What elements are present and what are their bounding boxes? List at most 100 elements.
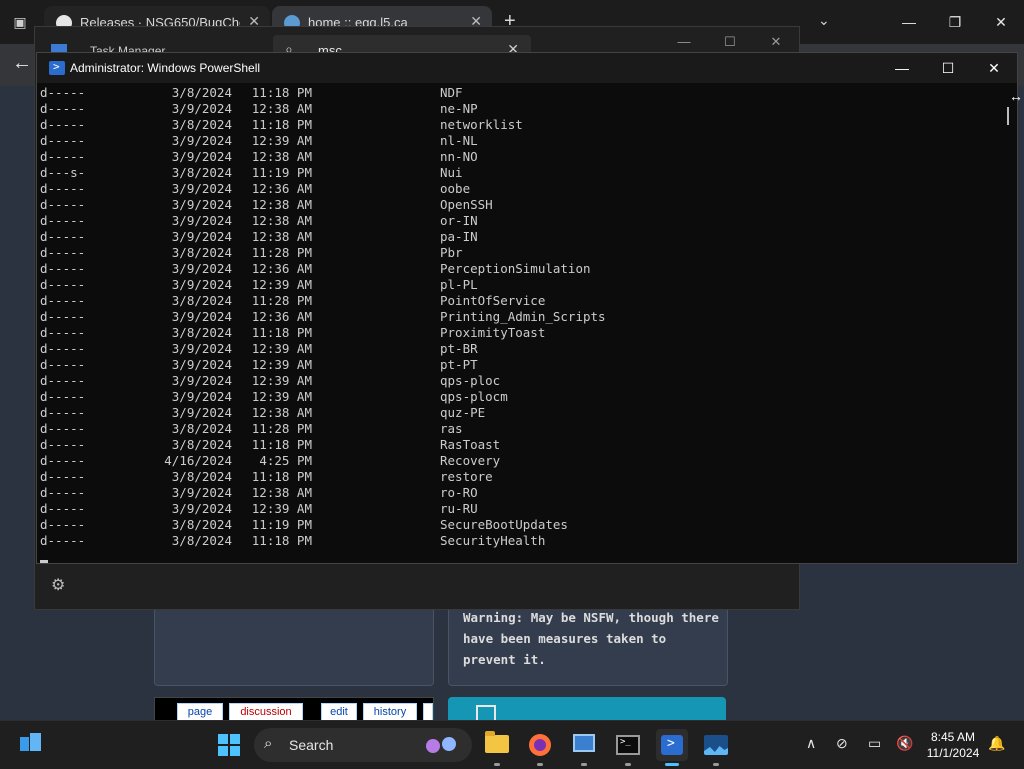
wiki-tabs: page discussion edit history [154, 697, 434, 722]
entry-time: 11:18 PM [251, 85, 312, 100]
entry-name: quz-PE [440, 405, 486, 420]
directory-listing-row: d----- 3/9/2024 12:38 AM pa-IN [40, 229, 998, 245]
directory-listing-row: d----- 3/8/2024 11:18 PM networklist [40, 117, 998, 133]
entry-name: pl-PL [440, 277, 478, 292]
running-indicator [581, 763, 587, 766]
close-button[interactable]: ✕ [978, 0, 1024, 44]
entry-date: 3/9/2024 [171, 181, 232, 196]
minimize-button[interactable]: — [886, 0, 932, 44]
entry-date: 3/9/2024 [171, 133, 232, 148]
running-indicator [537, 763, 543, 766]
entry-mode: d----- [40, 485, 86, 500]
entry-time: 12:36 AM [251, 309, 312, 324]
settings-gear-icon[interactable]: ⚙ [51, 575, 65, 595]
widgets-icon[interactable] [20, 733, 42, 755]
entry-time: 11:18 PM [251, 469, 312, 484]
entry-name: ro-RO [440, 485, 478, 500]
entry-mode: d----- [40, 117, 86, 132]
entry-mode: d----- [40, 293, 86, 308]
network-offline-icon[interactable]: ⊘ [836, 735, 848, 752]
close-button[interactable]: ✕ [971, 53, 1017, 83]
directory-listing-row: d----- 3/8/2024 11:28 PM ras [40, 421, 998, 437]
entry-name: ProximityToast [440, 325, 546, 340]
search-icon: ⌕ [264, 735, 273, 752]
taskbar-file-explorer[interactable] [481, 729, 513, 766]
minimize-button[interactable]: — [879, 53, 925, 83]
entry-name: or-IN [440, 213, 478, 228]
entry-mode: d----- [40, 261, 86, 276]
entry-mode: d----- [40, 325, 86, 340]
directory-listing-row: d----- 3/9/2024 12:38 AM nn-NO [40, 149, 998, 165]
start-windows-icon[interactable] [218, 734, 240, 756]
entry-mode: d----- [40, 149, 86, 164]
browser-window-controls: — ❐ ✕ [886, 0, 1024, 44]
taskbar-powershell[interactable] [656, 729, 688, 766]
entry-time: 12:36 AM [251, 261, 312, 276]
directory-listing-row: d----- 3/9/2024 12:39 AM ru-RU [40, 501, 998, 517]
taskbar: ⌕ Search ∧ ⊘ ▭ 🔇 8:45 AM 11/1/2024 🔔 [0, 720, 1024, 769]
entry-date: 3/8/2024 [171, 245, 232, 260]
directory-listing-row: d----- 4/16/2024 4:25 PM Recovery [40, 453, 998, 469]
powershell-console[interactable]: d----- 3/8/2024 11:18 PM NDF d----- 3/9/2024 1… [40, 85, 998, 565]
entry-time: 11:18 PM [251, 533, 312, 548]
powershell-window-controls: — ☐ ✕ [879, 53, 1017, 83]
entry-mode: d----- [40, 373, 86, 388]
entry-time: 12:39 AM [251, 277, 312, 292]
display-icon[interactable]: ▭ [868, 735, 881, 752]
entry-name: ne-NP [440, 101, 478, 116]
entry-time: 11:18 PM [251, 325, 312, 340]
tab-actions-icon[interactable]: ▣ [10, 12, 30, 32]
directory-listing-row: d----- 3/8/2024 11:19 PM SecureBootUpdates [40, 517, 998, 533]
entry-name: networklist [440, 117, 523, 132]
maximize-button[interactable]: ❐ [932, 0, 978, 44]
powershell-titlebar[interactable]: Administrator: Windows PowerShell —☐✕ [37, 53, 1017, 83]
entry-time: 11:18 PM [251, 117, 312, 132]
teal-card[interactable] [448, 697, 726, 721]
directory-listing-row: d----- 3/9/2024 12:38 AM OpenSSH [40, 197, 998, 213]
clock-time: 8:45 AM [930, 730, 976, 744]
directory-listing-row: d----- 3/8/2024 11:18 PM NDF [40, 85, 998, 101]
entry-time: 12:38 AM [251, 229, 312, 244]
entry-name: Nui [440, 165, 463, 180]
entry-name: pa-IN [440, 229, 478, 244]
directory-listing-row: d----- 3/8/2024 11:18 PM SecurityHealth [40, 533, 998, 549]
directory-listing-row: d----- 3/8/2024 11:28 PM PointOfService [40, 293, 998, 309]
taskbar-search[interactable]: ⌕ Search [254, 728, 472, 762]
powershell-icon [49, 60, 65, 75]
powershell-window: Administrator: Windows PowerShell —☐✕ d-… [36, 52, 1018, 564]
entry-date: 3/8/2024 [171, 517, 232, 532]
show-hidden-icons-chevron-icon[interactable]: ∧ [806, 735, 816, 752]
taskbar-task-manager[interactable] [700, 729, 732, 766]
entry-mode: d----- [40, 213, 86, 228]
directory-listing-row: d----- 3/9/2024 12:38 AM or-IN [40, 213, 998, 229]
powershell-icon [661, 735, 683, 755]
directory-listing-row: d---s- 3/8/2024 11:19 PM Nui [40, 165, 998, 181]
entry-time: 12:38 AM [251, 485, 312, 500]
system-clock[interactable]: 8:45 AM 11/1/2024 [922, 729, 984, 761]
entry-mode: d----- [40, 341, 86, 356]
entry-name: SecureBootUpdates [440, 517, 568, 532]
entry-date: 3/9/2024 [171, 197, 232, 212]
console-scrollbar[interactable] [999, 85, 1015, 561]
running-indicator [625, 763, 631, 766]
back-arrow-icon[interactable]: ← [12, 52, 32, 75]
tab-search-dropdown[interactable]: ⌄ [818, 12, 830, 29]
entry-name: pt-BR [440, 341, 478, 356]
entry-name: PerceptionSimulation [440, 261, 591, 276]
entry-time: 12:36 AM [251, 181, 312, 196]
taskbar-firefox[interactable] [524, 729, 556, 766]
taskbar-terminal[interactable] [612, 729, 644, 766]
entry-name: SecurityHealth [440, 533, 546, 548]
powershell-title: Administrator: Windows PowerShell [70, 61, 261, 75]
directory-listing-row: d----- 3/8/2024 11:18 PM ProximityToast [40, 325, 998, 341]
terminal-icon [616, 735, 640, 755]
notification-bell-icon[interactable]: 🔔 [988, 735, 1005, 752]
entry-date: 3/8/2024 [171, 437, 232, 452]
maximize-button[interactable]: ☐ [925, 53, 971, 83]
scrollbar-thumb[interactable] [1007, 107, 1009, 125]
volume-muted-icon[interactable]: 🔇 [896, 735, 913, 752]
entry-mode: d----- [40, 309, 86, 324]
entry-time: 11:19 PM [251, 165, 312, 180]
taskbar-remote-desktop[interactable] [568, 729, 600, 766]
entry-mode: d---s- [40, 165, 86, 180]
